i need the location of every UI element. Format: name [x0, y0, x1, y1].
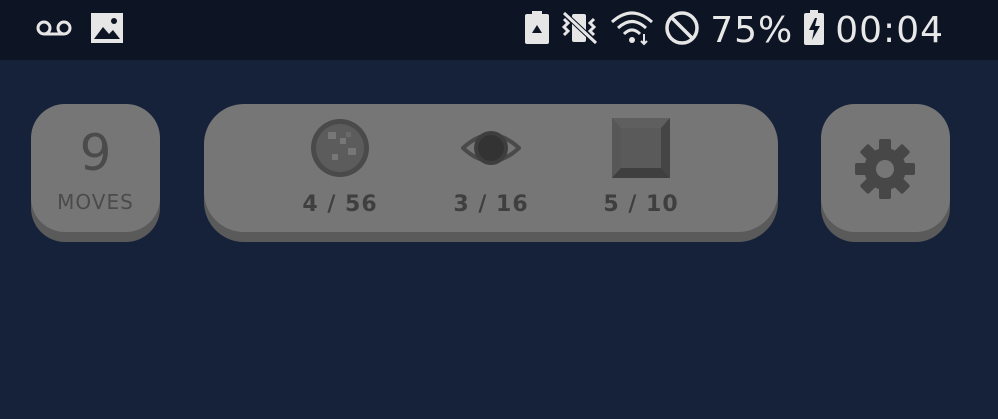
- goal-eye-orb-count: 3 / 16: [453, 192, 529, 217]
- moves-counter: 9 MOVES: [31, 104, 160, 232]
- moves-value: 9: [79, 124, 112, 182]
- goal-square-block: 5 / 10: [586, 118, 696, 226]
- goal-eye-orb: 3 / 16: [436, 118, 546, 226]
- status-icons-right: 75% 00:04: [524, 8, 944, 52]
- goal-square-block-count: 5 / 10: [603, 192, 679, 217]
- cookie-icon: [310, 118, 370, 178]
- square-block-icon: [611, 118, 671, 178]
- voicemail-icon: [36, 18, 72, 42]
- gear-icon: [854, 138, 916, 200]
- image-icon: [90, 12, 124, 48]
- status-icons-left: [36, 10, 124, 50]
- do-not-disturb-icon: [664, 10, 700, 50]
- wifi-icon: [610, 10, 654, 50]
- settings-button[interactable]: [821, 104, 950, 232]
- battery-charging-icon: [803, 10, 825, 50]
- battery-percent: 75%: [710, 9, 794, 51]
- vibrate-icon: [560, 11, 600, 49]
- eye-orb-icon: [460, 118, 522, 178]
- moves-label: MOVES: [57, 190, 134, 214]
- goals-panel: 4 / 56 3 / 16 5 / 10: [204, 104, 778, 232]
- battery-saver-icon: [524, 11, 550, 49]
- goal-cookie-count: 4 / 56: [302, 192, 378, 217]
- goal-cookie: 4 / 56: [285, 118, 395, 226]
- clock: 00:04: [835, 9, 944, 51]
- status-bar: 75% 00:04: [0, 0, 998, 60]
